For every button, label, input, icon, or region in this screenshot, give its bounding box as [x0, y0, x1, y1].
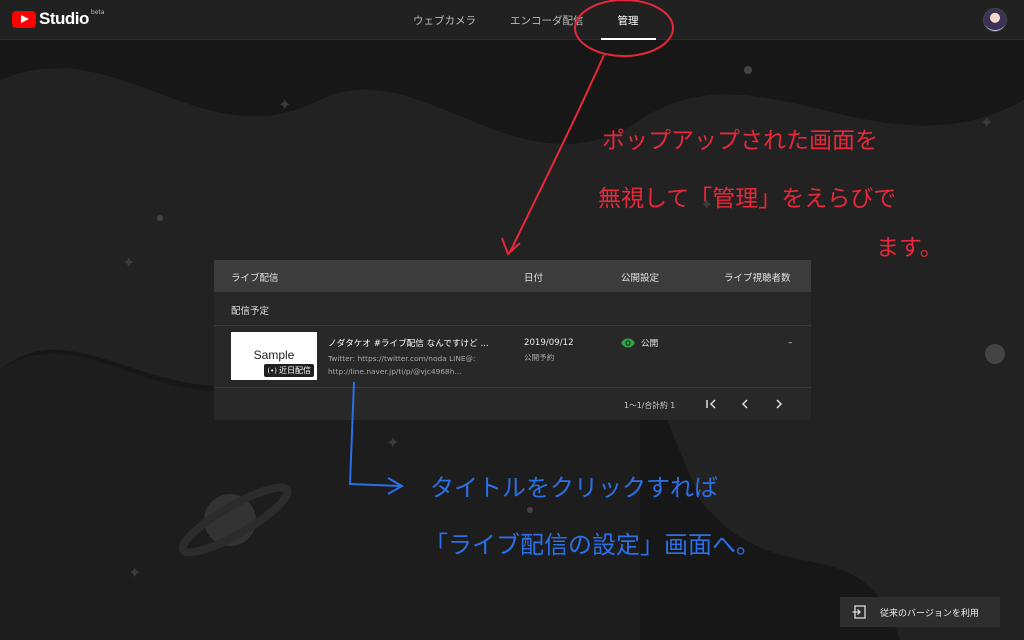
header-visibility: 公開設定: [621, 273, 660, 284]
header-title: ライブ配信: [231, 273, 279, 284]
description-line-2: http://line.naver.jp/ti/p/@vjc4968h...: [328, 367, 462, 376]
section-upcoming-label: 配信予定: [231, 306, 270, 317]
visibility-cell: 公開: [621, 337, 658, 349]
studio-logo[interactable]: Studio beta: [12, 9, 104, 29]
prev-page-button[interactable]: [738, 397, 752, 411]
viewer-count: –: [788, 338, 793, 348]
next-page-button[interactable]: [772, 397, 786, 411]
use-legacy-version-button[interactable]: 従来のバージョンを利用: [840, 597, 1000, 627]
main-tabs: ウェブカメラ エンコーダ配信 管理: [396, 0, 656, 40]
stream-description: Twitter: https://twitter.com/noda LINE@:…: [328, 352, 498, 378]
visibility-label: 公開: [641, 339, 659, 349]
logo-beta-badge: beta: [90, 8, 105, 16]
svg-text:✦: ✦: [122, 253, 135, 272]
schedule-status: 公開予約: [524, 353, 555, 362]
chevron-right-icon: [776, 399, 783, 409]
section-upcoming: 配信予定: [214, 292, 811, 326]
legacy-button-label: 従来のバージョンを利用: [880, 608, 979, 619]
tab-encoder[interactable]: エンコーダ配信: [493, 0, 601, 40]
top-bar: Studio beta ウェブカメラ エンコーダ配信 管理: [0, 0, 1024, 40]
exit-icon: [852, 605, 866, 619]
svg-text:✦: ✦: [700, 195, 713, 214]
live-stream-table: ライブ配信 日付 公開設定 ライブ視聴者数 配信予定 Sample (•) 近日…: [214, 260, 811, 420]
header-date: 日付: [524, 273, 544, 284]
upcoming-badge: (•) 近日配信: [264, 364, 314, 377]
svg-text:✦: ✦: [386, 433, 399, 452]
logo-text: Studio: [39, 9, 89, 28]
pagination: 1〜1/合計約 1: [214, 388, 811, 420]
svg-text:✦: ✦: [980, 113, 993, 132]
stream-thumbnail[interactable]: Sample (•) 近日配信: [231, 332, 317, 380]
table-row[interactable]: Sample (•) 近日配信 ノダタケオ #ライブ配信 なんですけど ... …: [214, 326, 811, 388]
table-header: ライブ配信 日付 公開設定 ライブ視聴者数: [214, 260, 811, 292]
avatar[interactable]: [983, 8, 1007, 32]
upcoming-badge-label: 近日配信: [279, 366, 311, 375]
first-page-button[interactable]: [704, 397, 718, 411]
page-range: 1〜1/合計約 1: [624, 401, 676, 410]
chevron-left-icon: [741, 399, 748, 409]
svg-text:✦: ✦: [278, 95, 291, 114]
youtube-play-icon: [12, 10, 36, 28]
live-broadcast-icon: (•): [267, 366, 277, 375]
eye-icon: [621, 338, 635, 348]
svg-text:✦: ✦: [128, 563, 141, 582]
header-viewers: ライブ視聴者数: [724, 273, 791, 284]
stream-title-link[interactable]: ノダタケオ #ライブ配信 なんですけど ...: [328, 337, 489, 349]
thumbnail-text: Sample: [253, 348, 295, 362]
tab-webcam[interactable]: ウェブカメラ: [396, 0, 493, 40]
tab-manage[interactable]: 管理: [600, 0, 656, 40]
stream-date: 2019/09/12: [524, 338, 574, 348]
first-page-icon: [706, 399, 716, 409]
description-line-1: Twitter: https://twitter.com/noda LINE@:: [328, 354, 476, 363]
